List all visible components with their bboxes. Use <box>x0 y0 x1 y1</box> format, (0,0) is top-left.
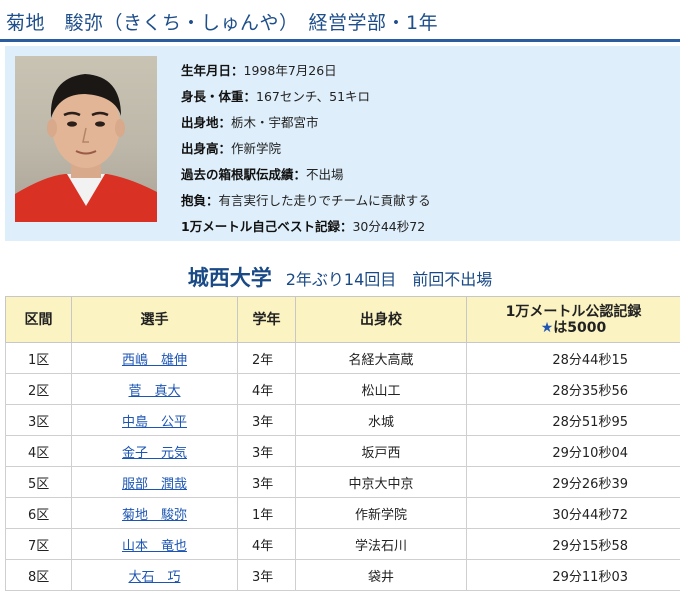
field-value: 1998年7月26日 <box>244 63 337 78</box>
leg-cell: 8区 <box>6 560 72 591</box>
field-value: 不出場 <box>306 167 344 182</box>
record-cell: 28分51秒95 <box>467 405 680 436</box>
table-row: 1区 西嶋 雄伸 2年 名経大高蔵 28分44秒15 <box>6 343 680 374</box>
year-cell: 1年 <box>238 498 296 529</box>
field-value: 167センチ、51キロ <box>256 89 370 104</box>
runner-name-link[interactable]: 大石 巧 <box>128 570 180 585</box>
runner-photo <box>15 56 157 222</box>
runner-name-link[interactable]: 山本 竜也 <box>122 539 187 554</box>
team-heading: 城西大学 2年ぶり14回目 前回不出場 <box>0 262 680 292</box>
year-cell: 3年 <box>238 405 296 436</box>
table-row: 5区 服部 潤哉 3年 中京大中京 29分26秒39 <box>6 467 680 498</box>
profile-field-ambition: 抱負：有言実行した走りでチームに貢献する <box>181 190 431 216</box>
profile-field-birthdate: 生年月日：1998年7月26日 <box>181 60 431 86</box>
profile-card: 生年月日：1998年7月26日 身長・体重：167センチ、51キロ 出身地：栃木… <box>5 46 680 241</box>
field-value: 有言実行した走りでチームに貢献する <box>219 193 431 208</box>
record-cell: 28分35秒56 <box>467 374 680 405</box>
table-row: 6区 菊地 駿弥 1年 作新学院 30分44秒72 <box>6 498 680 529</box>
record-cell: 29分15秒58 <box>467 529 680 560</box>
record-header-line1: 1万メートル公認記録 <box>506 304 642 320</box>
field-value: 作新学院 <box>231 141 281 156</box>
field-label: 身長・体重： <box>181 89 256 104</box>
runner-name-link[interactable]: 菅 真大 <box>128 384 180 399</box>
table-row: 8区 大石 巧 3年 袋井 29分11秒03 <box>6 560 680 591</box>
column-header-leg: 区間 <box>6 297 72 343</box>
leg-cell: 1区 <box>6 343 72 374</box>
page-header: 菊地 駿弥（きくち・しゅんや） 経営学部・1年 <box>0 0 680 42</box>
profile-field-high-school: 出身高：作新学院 <box>181 138 431 164</box>
star-icon: ★ <box>541 320 554 336</box>
school-cell: 名経大高蔵 <box>296 343 467 374</box>
field-label: 出身地： <box>181 115 231 130</box>
runner-cell: 山本 竜也 <box>72 529 238 560</box>
runner-name-link[interactable]: 金子 元気 <box>122 446 187 461</box>
team-note: 2年ぶり14回目 前回不出場 <box>286 270 493 289</box>
page-title: 菊地 駿弥（きくち・しゅんや） 経営学部・1年 <box>6 8 438 35</box>
field-label: 過去の箱根駅伝成績： <box>181 167 306 182</box>
school-cell: 袋井 <box>296 560 467 591</box>
profile-info: 生年月日：1998年7月26日 身長・体重：167センチ、51キロ 出身地：栃木… <box>181 60 431 242</box>
school-cell: 松山工 <box>296 374 467 405</box>
year-cell: 3年 <box>238 467 296 498</box>
record-cell: 29分11秒03 <box>467 560 680 591</box>
leg-cell: 6区 <box>6 498 72 529</box>
field-label: 1万メートル自己ベスト記録： <box>181 219 352 234</box>
record-cell: 29分26秒39 <box>467 467 680 498</box>
team-name: 城西大学 <box>188 266 272 290</box>
runner-cell: 金子 元気 <box>72 436 238 467</box>
column-header-runner: 選手 <box>72 297 238 343</box>
table-row: 3区 中島 公平 3年 水城 28分51秒95 <box>6 405 680 436</box>
school-cell: 作新学院 <box>296 498 467 529</box>
table-row: 7区 山本 竜也 4年 学法石川 29分15秒58 <box>6 529 680 560</box>
year-cell: 4年 <box>238 529 296 560</box>
leg-cell: 3区 <box>6 405 72 436</box>
field-label: 抱負： <box>181 193 219 208</box>
runner-cell: 菊地 駿弥 <box>72 498 238 529</box>
runner-name-link[interactable]: 菊地 駿弥 <box>122 508 187 523</box>
runner-cell: 菅 真大 <box>72 374 238 405</box>
runner-portrait-image <box>15 56 157 222</box>
column-header-year: 学年 <box>238 297 296 343</box>
record-cell: 29分10秒04 <box>467 436 680 467</box>
runner-cell: 服部 潤哉 <box>72 467 238 498</box>
school-cell: 学法石川 <box>296 529 467 560</box>
field-value: 栃木・宇都宮市 <box>231 115 319 130</box>
field-label: 生年月日： <box>181 63 244 78</box>
table-row: 2区 菅 真大 4年 松山工 28分35秒56 <box>6 374 680 405</box>
profile-field-hometown: 出身地：栃木・宇都宮市 <box>181 112 431 138</box>
runner-name-link[interactable]: 西嶋 雄伸 <box>122 353 187 368</box>
school-cell: 坂戸西 <box>296 436 467 467</box>
runner-cell: 西嶋 雄伸 <box>72 343 238 374</box>
profile-field-personal-best: 1万メートル自己ベスト記録：30分44秒72 <box>181 216 431 242</box>
school-cell: 中京大中京 <box>296 467 467 498</box>
column-header-record: 1万メートル公認記録 ★は5000 <box>467 297 680 343</box>
year-cell: 3年 <box>238 436 296 467</box>
leg-cell: 4区 <box>6 436 72 467</box>
roster-table: 区間 選手 学年 出身校 1万メートル公認記録 ★は5000 1区 西嶋 雄伸 … <box>5 296 680 591</box>
profile-field-past-results: 過去の箱根駅伝成績：不出場 <box>181 164 431 190</box>
school-cell: 水城 <box>296 405 467 436</box>
table-header-row: 区間 選手 学年 出身校 1万メートル公認記録 ★は5000 <box>6 297 680 343</box>
runner-name-link[interactable]: 服部 潤哉 <box>122 477 187 492</box>
year-cell: 3年 <box>238 560 296 591</box>
column-header-school: 出身校 <box>296 297 467 343</box>
record-header-line2: は5000 <box>553 320 606 336</box>
runner-cell: 中島 公平 <box>72 405 238 436</box>
record-cell: 30分44秒72 <box>467 498 680 529</box>
year-cell: 4年 <box>238 374 296 405</box>
runner-cell: 大石 巧 <box>72 560 238 591</box>
runner-name-link[interactable]: 中島 公平 <box>122 415 187 430</box>
table-row: 4区 金子 元気 3年 坂戸西 29分10秒04 <box>6 436 680 467</box>
leg-cell: 5区 <box>6 467 72 498</box>
field-value: 30分44秒72 <box>352 219 425 234</box>
leg-cell: 7区 <box>6 529 72 560</box>
year-cell: 2年 <box>238 343 296 374</box>
record-cell: 28分44秒15 <box>467 343 680 374</box>
leg-cell: 2区 <box>6 374 72 405</box>
field-label: 出身高： <box>181 141 231 156</box>
profile-field-height-weight: 身長・体重：167センチ、51キロ <box>181 86 431 112</box>
